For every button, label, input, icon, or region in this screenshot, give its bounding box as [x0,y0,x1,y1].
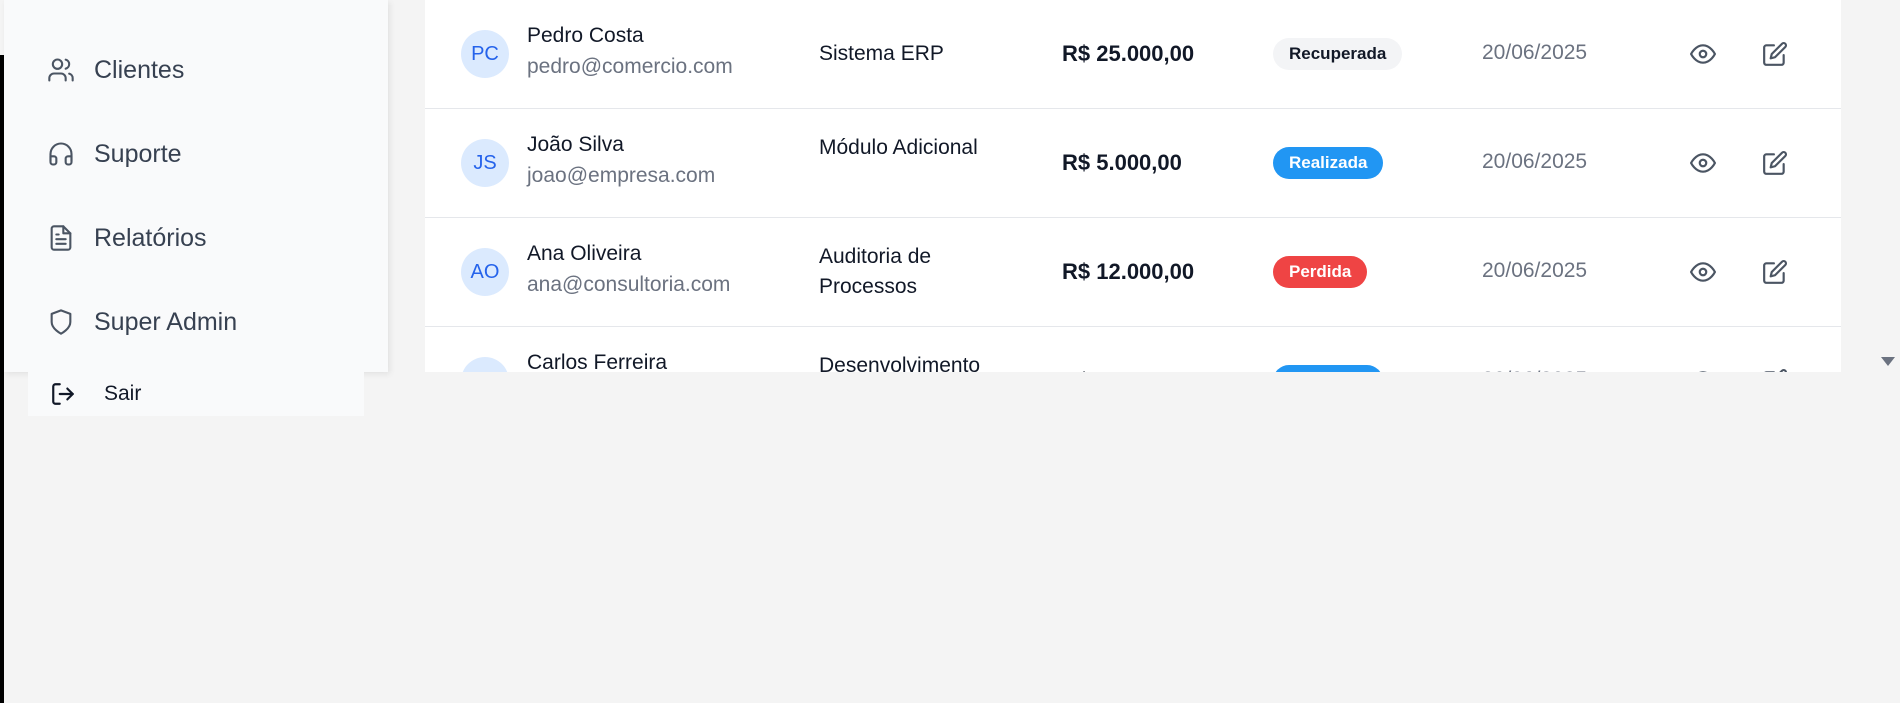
sale-date: 20/06/2025 [1482,150,1588,173]
sidebar-item-super-admin[interactable]: Super Admin [46,300,366,344]
edit-icon [1762,150,1788,176]
file-text-icon [46,223,76,253]
sidebar-item-clientes[interactable]: Clientes [46,48,366,92]
sale-date: 20/06/2025 [1482,41,1588,64]
edit-icon [1762,368,1788,372]
product-name: Sistema ERP [819,42,944,65]
status-badge: Realizada [1273,365,1384,372]
avatar: CF [461,357,509,372]
users-icon [46,55,76,85]
edit-button[interactable] [1759,38,1791,70]
sidebar-item-label: Relatórios [94,223,207,252]
edit-button[interactable] [1759,147,1791,179]
status-badge: Recuperada [1273,38,1403,70]
sidebar-item-label: Suporte [94,139,182,168]
shield-icon [46,307,76,337]
edit-icon [1762,41,1788,67]
sale-value: R$ 18.000,00 [1062,368,1194,372]
eye-icon [1690,150,1716,176]
customer-name: Carlos Ferreira [527,351,668,372]
sale-value: R$ 5.000,00 [1062,150,1182,175]
table-row: AO Ana Oliveira ana@consultoria.com Auditor… [425,218,1841,327]
customer-name: Ana Oliveira [527,242,642,265]
table-row: PC Pedro Costa pedro@comercio.com Sistema E… [425,0,1841,109]
customer-email: pedro@comercio.com [527,55,733,78]
customer-email: ana@consultoria.com [527,273,731,296]
view-button[interactable] [1687,365,1719,372]
status-badge: Realizada [1273,147,1384,179]
avatar: JS [461,139,509,187]
edit-icon [1762,259,1788,285]
table-row: CF Carlos Ferreira Desenvolvimento R$ 18.00… [425,327,1841,372]
logout-label: Sair [104,382,142,405]
eye-icon [1690,41,1716,67]
customer-email: joao@empresa.com [527,164,716,187]
avatar: AO [461,248,509,296]
status-badge: Perdida [1273,256,1368,288]
scroll-down-arrow[interactable] [1881,357,1895,366]
avatar: PC [461,30,509,78]
headphones-icon [46,139,76,169]
sale-value: R$ 12.000,00 [1062,259,1195,284]
customer-name: Pedro Costa [527,24,644,47]
sidebar: Clientes Suporte Relatórios Super Admin [4,0,388,372]
sale-date: 20/06/2025 [1482,368,1587,372]
product-name: Módulo Adicional [819,136,978,159]
table-row: JS João Silva joao@empresa.com Módulo Adici… [425,109,1841,218]
product-name: Auditoria de Processos [819,245,932,298]
edit-button[interactable] [1759,256,1791,288]
eye-icon [1690,259,1716,285]
sale-date: 20/06/2025 [1482,259,1588,282]
sidebar-item-label: Super Admin [94,307,238,336]
customer-name: João Silva [527,133,624,156]
sale-value: R$ 25.000,00 [1062,41,1195,66]
view-button[interactable] [1687,38,1719,70]
view-button[interactable] [1687,256,1719,288]
app-window: Clientes Suporte Relatórios Super Admin … [0,0,1900,703]
product-name: Desenvolvimento [819,354,981,372]
sidebar-item-suporte[interactable]: Suporte [46,132,366,176]
sidebar-item-label: Clientes [94,55,185,84]
eye-icon [1690,368,1716,372]
sidebar-item-relatorios[interactable]: Relatórios [46,216,366,260]
view-button[interactable] [1687,147,1719,179]
logout-button[interactable]: Sair [28,372,364,416]
edit-button[interactable] [1759,365,1791,372]
sales-table: PC Pedro Costa pedro@comercio.com Sistema E… [425,0,1841,372]
logout-icon [50,381,76,407]
